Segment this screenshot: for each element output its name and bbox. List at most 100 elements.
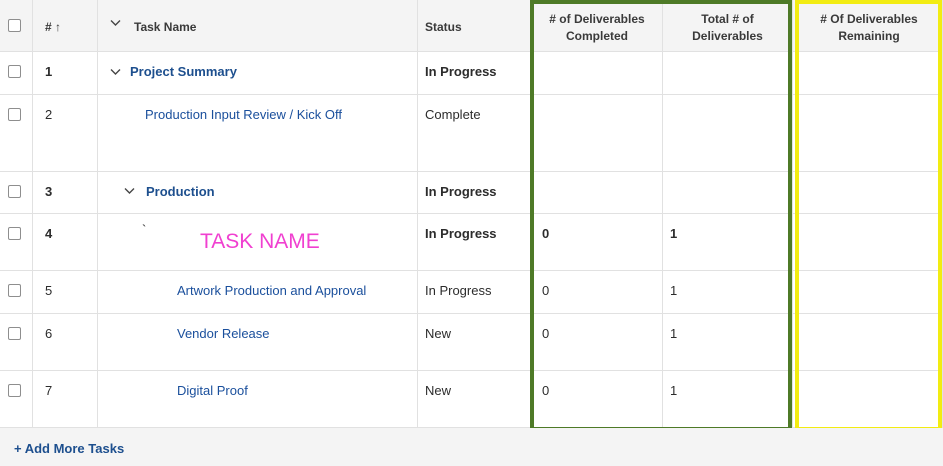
table-row[interactable]: 5 Artwork Production and Approval In Pro… xyxy=(0,271,943,314)
status-cell[interactable]: Complete xyxy=(418,95,532,172)
status-cell[interactable]: In Progress xyxy=(418,214,532,271)
row-checkbox[interactable] xyxy=(8,185,21,198)
task-name-link[interactable]: Production xyxy=(146,184,215,199)
add-more-tasks-link[interactable]: + Add More Tasks xyxy=(14,441,124,456)
total-deliverables-header-line2: Deliverables xyxy=(692,29,763,43)
deliverables-completed-cell[interactable]: 0 xyxy=(532,214,663,271)
row-number: 4 xyxy=(45,226,53,241)
row-select-cell xyxy=(0,52,33,95)
table-row[interactable]: 6 Vendor Release New 0 1 xyxy=(0,314,943,371)
table-row[interactable]: 2 Production Input Review / Kick Off Com… xyxy=(0,95,943,172)
row-select-cell xyxy=(0,214,33,271)
header-task-name-cell[interactable]: Task Name xyxy=(98,0,418,52)
status-cell[interactable]: In Progress xyxy=(418,172,532,214)
deliverables-remaining-cell[interactable] xyxy=(796,271,943,314)
row-number: 6 xyxy=(45,326,53,341)
status-cell[interactable]: In Progress xyxy=(418,271,532,314)
header-deliverables-remaining-cell[interactable]: # Of Deliverables Remaining xyxy=(796,0,943,52)
status-value: In Progress xyxy=(425,283,492,298)
task-name-cell[interactable]: Production Input Review / Kick Off xyxy=(98,95,418,172)
deliverables-completed-column-header[interactable]: # of Deliverables Completed xyxy=(532,11,662,45)
total-deliverables-cell[interactable]: 1 xyxy=(663,371,793,428)
deliverables-completed-cell[interactable]: 0 xyxy=(532,314,663,371)
status-cell[interactable]: New xyxy=(418,371,532,428)
number-column-header[interactable]: # ↑ xyxy=(45,20,61,34)
task-name-column-header[interactable]: Task Name xyxy=(134,20,196,34)
total-deliverables-cell[interactable]: 1 xyxy=(663,314,793,371)
deliverables-completed-value: 0 xyxy=(542,283,550,298)
row-checkbox[interactable] xyxy=(8,108,21,121)
deliverables-remaining-cell[interactable] xyxy=(796,172,943,214)
row-select-cell xyxy=(0,95,33,172)
status-value: New xyxy=(425,383,452,398)
total-deliverables-cell[interactable]: 1 xyxy=(663,214,793,271)
task-name-link[interactable]: ` xyxy=(142,222,146,237)
total-deliverables-cell[interactable]: 1 xyxy=(663,271,793,314)
header-row: # ↑ Task Name Status # of Deliverables C… xyxy=(0,0,943,52)
remaining-header-line2: Remaining xyxy=(838,29,900,43)
deliverables-completed-value: 0 xyxy=(542,326,550,341)
row-number-cell: 6 xyxy=(33,314,98,371)
deliverables-remaining-cell[interactable] xyxy=(796,214,943,271)
row-checkbox[interactable] xyxy=(8,65,21,78)
task-name-link[interactable]: Project Summary xyxy=(130,64,237,79)
deliverables-completed-header-line2: Completed xyxy=(565,29,628,43)
row-checkbox[interactable] xyxy=(8,384,21,397)
header-deliverables-completed-cell[interactable]: # of Deliverables Completed xyxy=(532,0,663,52)
total-deliverables-cell[interactable] xyxy=(663,52,793,95)
deliverables-completed-cell[interactable]: 0 xyxy=(532,371,663,428)
total-deliverables-value: 1 xyxy=(670,383,678,398)
total-deliverables-cell[interactable] xyxy=(663,172,793,214)
row-checkbox[interactable] xyxy=(8,284,21,297)
row-select-cell xyxy=(0,314,33,371)
row-number: 2 xyxy=(45,107,53,122)
total-deliverables-column-header[interactable]: Total # of Deliverables xyxy=(663,11,792,45)
deliverables-completed-header-line1: # of Deliverables xyxy=(549,12,645,26)
deliverables-completed-value: 0 xyxy=(542,383,550,398)
task-name-link[interactable]: Artwork Production and Approval xyxy=(177,283,366,298)
task-name-cell[interactable]: Project Summary xyxy=(98,52,418,95)
row-checkbox[interactable] xyxy=(8,327,21,340)
table-row[interactable]: 3 Production In Progress xyxy=(0,172,943,214)
deliverables-completed-cell[interactable]: 0 xyxy=(532,271,663,314)
row-number-cell: 4 xyxy=(33,214,98,271)
row-checkbox[interactable] xyxy=(8,227,21,240)
select-all-checkbox[interactable] xyxy=(8,19,21,32)
table-footer: + Add More Tasks xyxy=(0,428,943,466)
task-name-cell[interactable]: Digital Proof xyxy=(98,371,418,428)
table-row[interactable]: 4 ` In Progress 0 1 xyxy=(0,214,943,271)
deliverables-remaining-cell[interactable] xyxy=(796,52,943,95)
status-value: Complete xyxy=(425,107,481,122)
task-name-link[interactable]: Digital Proof xyxy=(177,383,248,398)
deliverables-completed-cell[interactable] xyxy=(532,95,663,172)
task-name-link[interactable]: Production Input Review / Kick Off xyxy=(145,107,342,122)
status-column-header[interactable]: Status xyxy=(425,20,462,34)
deliverables-remaining-column-header[interactable]: # Of Deliverables Remaining xyxy=(796,11,942,45)
remaining-header-line1: # Of Deliverables xyxy=(820,12,918,26)
task-name-cell[interactable]: Artwork Production and Approval xyxy=(98,271,418,314)
deliverables-remaining-cell[interactable] xyxy=(796,95,943,172)
chevron-down-icon[interactable] xyxy=(124,186,136,198)
row-number-cell: 2 xyxy=(33,95,98,172)
table-row[interactable]: 7 Digital Proof New 0 1 xyxy=(0,371,943,428)
total-deliverables-value: 1 xyxy=(670,283,678,298)
header-status-cell[interactable]: Status xyxy=(418,0,532,52)
status-value: In Progress xyxy=(425,184,497,199)
deliverables-remaining-cell[interactable] xyxy=(796,314,943,371)
deliverables-completed-cell[interactable] xyxy=(532,172,663,214)
header-total-deliverables-cell[interactable]: Total # of Deliverables xyxy=(663,0,793,52)
row-number: 7 xyxy=(45,383,53,398)
task-name-link[interactable]: Vendor Release xyxy=(177,326,270,341)
status-cell[interactable]: In Progress xyxy=(418,52,532,95)
task-name-cell[interactable]: Production xyxy=(98,172,418,214)
table-row[interactable]: 1 Project Summary In Progress xyxy=(0,52,943,95)
task-name-annotation: TASK NAME xyxy=(200,230,320,253)
status-cell[interactable]: New xyxy=(418,314,532,371)
deliverables-remaining-cell[interactable] xyxy=(796,371,943,428)
header-number-cell[interactable]: # ↑ xyxy=(33,0,98,52)
total-deliverables-cell[interactable] xyxy=(663,95,793,172)
deliverables-completed-cell[interactable] xyxy=(532,52,663,95)
chevron-down-icon[interactable] xyxy=(110,18,122,30)
chevron-down-icon[interactable] xyxy=(110,67,122,79)
task-name-cell[interactable]: Vendor Release xyxy=(98,314,418,371)
